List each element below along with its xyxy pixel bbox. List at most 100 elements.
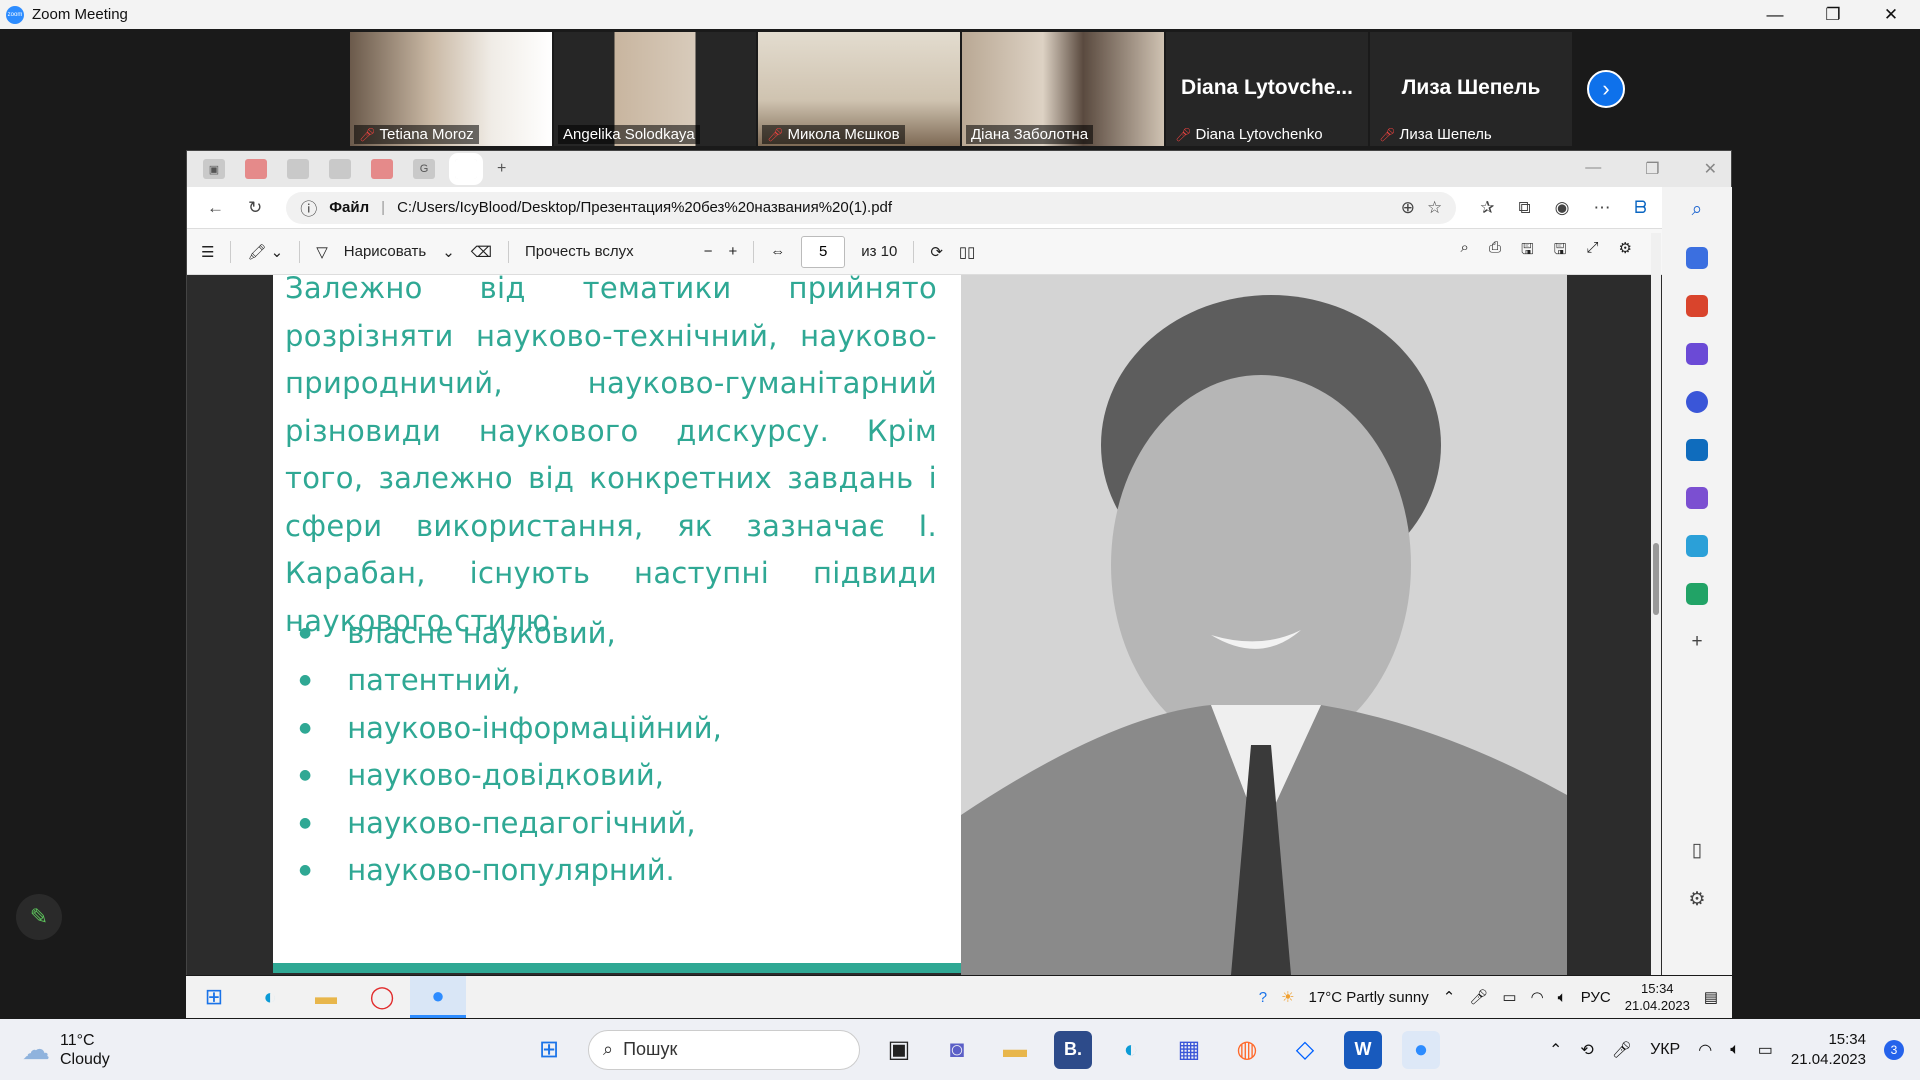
volume-icon[interactable]: 🔈︎ <box>1558 989 1567 1006</box>
browser-tab[interactable] <box>329 159 351 179</box>
pdf-tab[interactable] <box>371 159 393 179</box>
opera-icon[interactable]: ◯ <box>354 976 410 1018</box>
google-tab[interactable]: G <box>413 159 435 179</box>
settings-gear-icon[interactable]: ⚙ <box>1619 239 1632 264</box>
clock[interactable]: 15:34 21.04.2023 <box>1625 980 1690 1014</box>
firefox-icon[interactable]: ◍ <box>1228 1031 1266 1069</box>
annotate-pencil-icon[interactable]: ✎ <box>16 894 62 940</box>
file-explorer-icon[interactable]: ▬ <box>996 1031 1034 1069</box>
find-search-icon[interactable]: ⌕ <box>1461 239 1469 264</box>
browser-tab[interactable] <box>287 159 309 179</box>
address-bar[interactable]: ⓘ Файл | C:/Users/IcyBlood/Desktop/Презе… <box>286 191 1457 224</box>
zoom-magnifier-icon[interactable]: ⊕ <box>1401 198 1415 218</box>
sidebar-copilot-icon[interactable] <box>1686 391 1708 413</box>
save-as-icon[interactable]: 🖫 <box>1554 239 1567 264</box>
wifi-icon[interactable]: ◠ <box>1698 1040 1712 1060</box>
collections-icon[interactable]: ⧉ <box>1519 198 1531 218</box>
participant-tile-active-speaker[interactable]: Діана Заболотна <box>962 32 1164 146</box>
help-icon[interactable]: ? <box>1259 989 1267 1006</box>
more-menu-icon[interactable]: ⋯ <box>1593 198 1610 218</box>
participant-tile[interactable]: Diana Lytovche... 🎤︎ Diana Lytovchenko <box>1166 32 1368 146</box>
tray-chevron-icon[interactable]: ⌃ <box>1549 1040 1562 1060</box>
active-pdf-tab[interactable] <box>449 153 483 185</box>
participant-tile[interactable]: 🎤︎ Микола Мєшков <box>758 32 960 146</box>
word-icon[interactable]: W <box>1344 1030 1382 1069</box>
mic-icon[interactable]: 🎤︎ <box>1469 988 1488 1006</box>
sidebar-split-icon[interactable]: ▯ <box>1692 839 1702 862</box>
clock[interactable]: 15:34 21.04.2023 <box>1791 1030 1866 1070</box>
rotate-icon[interactable]: ⟳ <box>930 243 943 261</box>
weather-text[interactable]: 17°C Partly sunny <box>1309 989 1429 1006</box>
print-icon[interactable]: ⎙ <box>1489 239 1501 264</box>
participant-tile[interactable]: 🎤︎ Tetiana Moroz <box>350 32 552 146</box>
page-number-input[interactable] <box>801 235 846 268</box>
sidebar-tag-icon[interactable] <box>1686 247 1708 269</box>
scrollbar-thumb[interactable] <box>1653 543 1659 615</box>
search-box[interactable]: ⌕ Пошук <box>588 1029 860 1070</box>
dropbox-icon[interactable]: ◇ <box>1286 1031 1324 1069</box>
participant-tile[interactable]: Angelika Solodkaya <box>554 32 756 146</box>
notification-icon[interactable]: ▤ <box>1704 988 1718 1006</box>
weather-widget[interactable]: ☁ 11°C Cloudy <box>0 1031 500 1069</box>
zoom-out-button[interactable]: − <box>704 243 713 260</box>
profile-avatar-icon[interactable]: ◉ <box>1555 198 1570 218</box>
volume-icon[interactable]: 🔈︎ <box>1730 1041 1740 1059</box>
refresh-icon[interactable]: ↻ <box>248 198 262 218</box>
wifi-icon[interactable]: ◠ <box>1531 988 1544 1006</box>
tab-actions-icon[interactable]: ▣ <box>203 159 225 179</box>
battery-icon[interactable]: ▭ <box>1758 1040 1773 1060</box>
draw-button[interactable]: Нарисовать <box>344 243 426 260</box>
tray-chevron-icon[interactable]: ⌃ <box>1443 988 1456 1006</box>
favorites-icon[interactable]: ✰ <box>1480 198 1494 218</box>
sidebar-add-icon[interactable]: + <box>1691 631 1702 653</box>
task-view-icon[interactable]: ▣ <box>880 1031 918 1069</box>
new-tab-button[interactable]: + <box>497 160 506 178</box>
sidebar-tools-icon[interactable] <box>1686 295 1708 317</box>
add-favorite-icon[interactable]: ☆ <box>1427 198 1442 218</box>
zoom-app-icon[interactable]: ● <box>1402 1030 1440 1069</box>
store-icon[interactable]: ▦ <box>1170 1031 1208 1069</box>
mic-icon[interactable]: 🎤︎ <box>1612 1040 1632 1060</box>
back-arrow-icon[interactable]: ← <box>207 198 224 218</box>
pdf-viewer[interactable]: Залежно від тематики прийнято розрізняти… <box>187 275 1662 975</box>
page-view-icon[interactable]: ▯▯ <box>959 243 976 261</box>
bing-icon[interactable]: ᗷ <box>1634 198 1646 218</box>
sidebar-games-icon[interactable] <box>1686 343 1708 365</box>
language-indicator[interactable]: РУС <box>1581 989 1611 1006</box>
info-icon[interactable]: ⓘ <box>300 195 317 220</box>
fit-page-icon[interactable]: ⇔ <box>770 243 785 260</box>
browser-close-button[interactable]: ✕ <box>1704 159 1717 179</box>
zoom-app-icon[interactable]: ● <box>410 976 466 1018</box>
save-icon[interactable]: 🖫 <box>1521 239 1534 264</box>
participant-tile[interactable]: Лиза Шепель 🎤︎ Лиза Шепель <box>1370 32 1572 146</box>
draw-icon[interactable]: ▽ <box>316 243 328 261</box>
vertical-scrollbar[interactable] <box>1651 233 1661 975</box>
edge-app-icon[interactable]: ◐ <box>242 976 298 1018</box>
pdf-tab[interactable] <box>245 159 267 179</box>
notification-badge[interactable]: 3 <box>1884 1039 1904 1060</box>
booking-app-icon[interactable]: B. <box>1054 1030 1092 1069</box>
browser-restore-button[interactable]: ❐ <box>1645 159 1659 179</box>
battery-icon[interactable]: ▭ <box>1502 988 1516 1006</box>
sidebar-search-icon[interactable]: ⌕ <box>1692 199 1703 221</box>
next-page-chevron-right-icon[interactable]: › <box>1587 70 1625 108</box>
minimize-button[interactable]: — <box>1746 0 1804 29</box>
sidebar-settings-icon[interactable]: ⚙ <box>1688 888 1705 911</box>
language-indicator[interactable]: УКР <box>1650 1041 1680 1059</box>
edge-app-icon[interactable]: ◐ <box>1112 1031 1150 1069</box>
sidebar-send-icon[interactable] <box>1686 535 1708 557</box>
sync-icon[interactable]: ⟲ <box>1580 1040 1593 1060</box>
eraser-icon[interactable]: ⌫ <box>471 243 492 261</box>
file-explorer-icon[interactable]: ▬ <box>298 976 354 1018</box>
sidebar-outlook-icon[interactable] <box>1686 439 1708 461</box>
close-button[interactable]: ✕ <box>1862 0 1920 29</box>
zoom-in-button[interactable]: + <box>728 243 737 260</box>
start-windows-icon[interactable]: ⊞ <box>186 976 242 1018</box>
chat-icon[interactable]: ◙ <box>938 1031 976 1069</box>
highlight-icon[interactable]: 🖍︎ ⌄ <box>247 243 283 261</box>
start-windows-icon[interactable]: ⊞ <box>530 1031 568 1069</box>
restore-button[interactable]: ❐ <box>1804 0 1862 29</box>
sidebar-tree-icon[interactable] <box>1686 583 1708 605</box>
draw-dropdown-chevron-icon[interactable]: ⌄ <box>442 243 455 261</box>
sidebar-designer-icon[interactable] <box>1686 487 1708 509</box>
